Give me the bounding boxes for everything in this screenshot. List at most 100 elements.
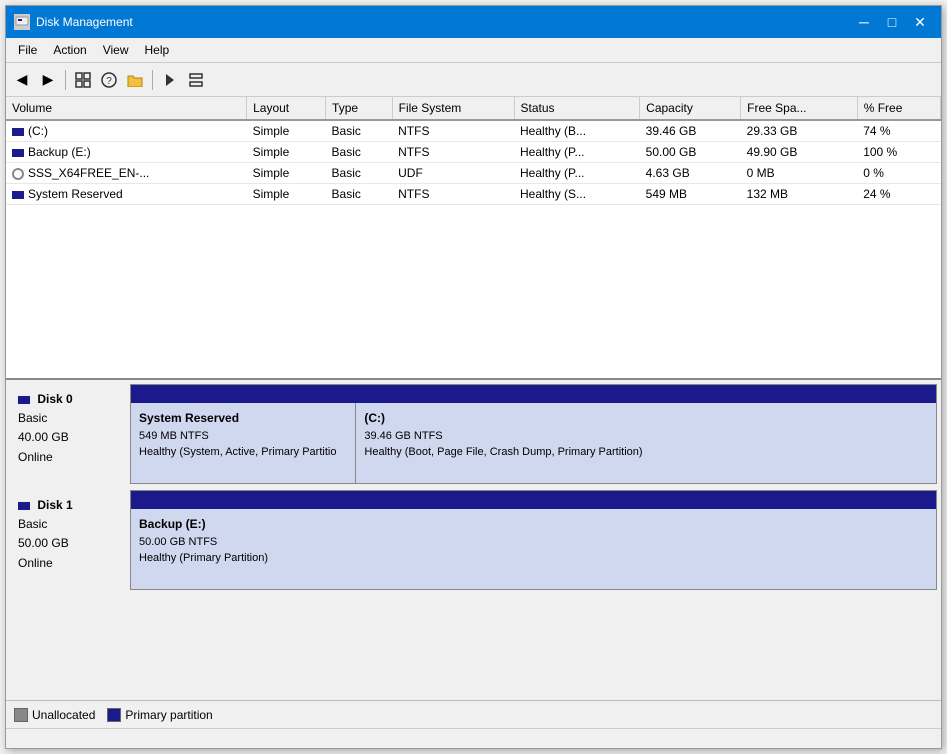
legend-label-primary: Primary partition [125,708,212,722]
disk-size-0: 40.00 GB [18,430,69,444]
cell-layout: Simple [247,120,326,142]
cell-filesystem: NTFS [392,184,514,205]
cell-type: Basic [326,184,393,205]
app-icon [14,14,30,30]
legend-label-unallocated: Unallocated [32,708,95,722]
disk-row-0: Disk 0 Basic 40.00 GB Online System Rese… [10,384,937,484]
col-percentfree[interactable]: % Free [857,97,940,120]
legend-primary: Primary partition [107,708,212,722]
col-type[interactable]: Type [326,97,393,120]
title-bar: Disk Management ─ □ ✕ [6,6,941,38]
cell-percentfree: 74 % [857,120,940,142]
cell-capacity: 549 MB [640,184,741,205]
disk-partition-0-1[interactable]: (C:) 39.46 GB NTFS Healthy (Boot, Page F… [356,403,936,483]
disk-icon-small [18,502,30,510]
disk-map-area[interactable]: Disk 0 Basic 40.00 GB Online System Rese… [6,380,941,700]
disk-partitions-0: System Reserved 549 MB NTFS Healthy (Sys… [130,384,937,484]
cell-percentfree: 100 % [857,142,940,163]
disk-icon [12,149,24,157]
main-content: Volume Layout Type File System Status Ca… [6,97,941,748]
cell-percentfree: 0 % [857,163,940,184]
col-capacity[interactable]: Capacity [640,97,741,120]
disk-name-0: Disk 0 [37,392,72,406]
disk-partition-0-0[interactable]: System Reserved 549 MB NTFS Healthy (Sys… [131,403,356,483]
cell-status: Healthy (S... [514,184,640,205]
cell-layout: Simple [247,142,326,163]
table-row[interactable]: Backup (E:) Simple Basic NTFS Healthy (P… [6,142,941,163]
volume-table-area[interactable]: Volume Layout Type File System Status Ca… [6,97,941,380]
disk-status-1: Online [18,556,53,570]
disk-parts-row-0: System Reserved 549 MB NTFS Healthy (Sys… [131,403,936,483]
menu-view[interactable]: View [95,40,137,60]
menu-bar: File Action View Help [6,38,941,63]
cell-volume: SSS_X64FREE_EN-... [6,163,247,184]
cell-volume: Backup (E:) [6,142,247,163]
cell-filesystem: NTFS [392,142,514,163]
col-volume[interactable]: Volume [6,97,247,120]
disk-icon-small [18,396,30,404]
disk-header-bar-0 [131,385,936,403]
cell-layout: Simple [247,163,326,184]
disk-label-1: Disk 1 Basic 50.00 GB Online [10,490,130,590]
menu-action[interactable]: Action [45,40,94,60]
col-layout[interactable]: Layout [247,97,326,120]
cell-freespace: 29.33 GB [741,120,858,142]
disk-type-1: Basic [18,517,47,531]
svg-text:?: ? [106,76,112,87]
disk-header-bar-1 [131,491,936,509]
table-row[interactable]: (C:) Simple Basic NTFS Healthy (B... 39.… [6,120,941,142]
table-row[interactable]: System Reserved Simple Basic NTFS Health… [6,184,941,205]
disk-size-1: 50.00 GB [18,536,69,550]
partition-status-0-0: Healthy (System, Active, Primary Partiti… [139,446,336,458]
menu-help[interactable]: Help [137,40,178,60]
status-bar [6,728,941,748]
partition-size-0-1: 39.46 GB NTFS [364,430,442,442]
cell-type: Basic [326,120,393,142]
volume-table: Volume Layout Type File System Status Ca… [6,97,941,205]
partition-status-0-1: Healthy (Boot, Page File, Crash Dump, Pr… [364,446,642,458]
arrow-button[interactable] [158,68,182,92]
disk-partition-1-0[interactable]: Backup (E:) 50.00 GB NTFS Healthy (Prima… [131,509,936,589]
main-window: Disk Management ─ □ ✕ File Action View H… [5,5,942,749]
partition-name-0-1: (C:) [364,411,385,425]
toolbar: ◀ ▶ ? [6,63,941,97]
grid-button[interactable] [71,68,95,92]
col-filesystem[interactable]: File System [392,97,514,120]
cell-layout: Simple [247,184,326,205]
partition-size-0-0: 549 MB NTFS [139,430,209,442]
maximize-button[interactable]: □ [879,12,905,32]
col-status[interactable]: Status [514,97,640,120]
legend-unallocated: Unallocated [14,708,95,722]
partition-status-1-0: Healthy (Primary Partition) [139,552,268,564]
disk-row-1: Disk 1 Basic 50.00 GB Online Backup (E:)… [10,490,937,590]
view2-button[interactable] [184,68,208,92]
toolbar-separator-1 [65,70,66,90]
disk-status-0: Online [18,450,53,464]
cell-capacity: 39.46 GB [640,120,741,142]
cell-capacity: 50.00 GB [640,142,741,163]
menu-file[interactable]: File [10,40,45,60]
cell-volume: System Reserved [6,184,247,205]
cell-freespace: 132 MB [741,184,858,205]
cell-type: Basic [326,142,393,163]
legend-area: Unallocated Primary partition [6,700,941,728]
partition-name-0-0: System Reserved [139,411,239,425]
disk-name-1: Disk 1 [37,498,72,512]
cell-capacity: 4.63 GB [640,163,741,184]
window-title: Disk Management [36,15,133,29]
cell-percentfree: 24 % [857,184,940,205]
toolbar-separator-2 [152,70,153,90]
minimize-button[interactable]: ─ [851,12,877,32]
help-button[interactable]: ? [97,68,121,92]
col-freespace[interactable]: Free Spa... [741,97,858,120]
cell-status: Healthy (P... [514,142,640,163]
back-button[interactable]: ◀ [10,68,34,92]
legend-box-unallocated [14,708,28,722]
forward-button[interactable]: ▶ [36,68,60,92]
cell-type: Basic [326,163,393,184]
folder-button[interactable] [123,68,147,92]
close-button[interactable]: ✕ [907,12,933,32]
disk-partitions-1: Backup (E:) 50.00 GB NTFS Healthy (Prima… [130,490,937,590]
table-row[interactable]: SSS_X64FREE_EN-... Simple Basic UDF Heal… [6,163,941,184]
disk-icon [12,191,24,199]
